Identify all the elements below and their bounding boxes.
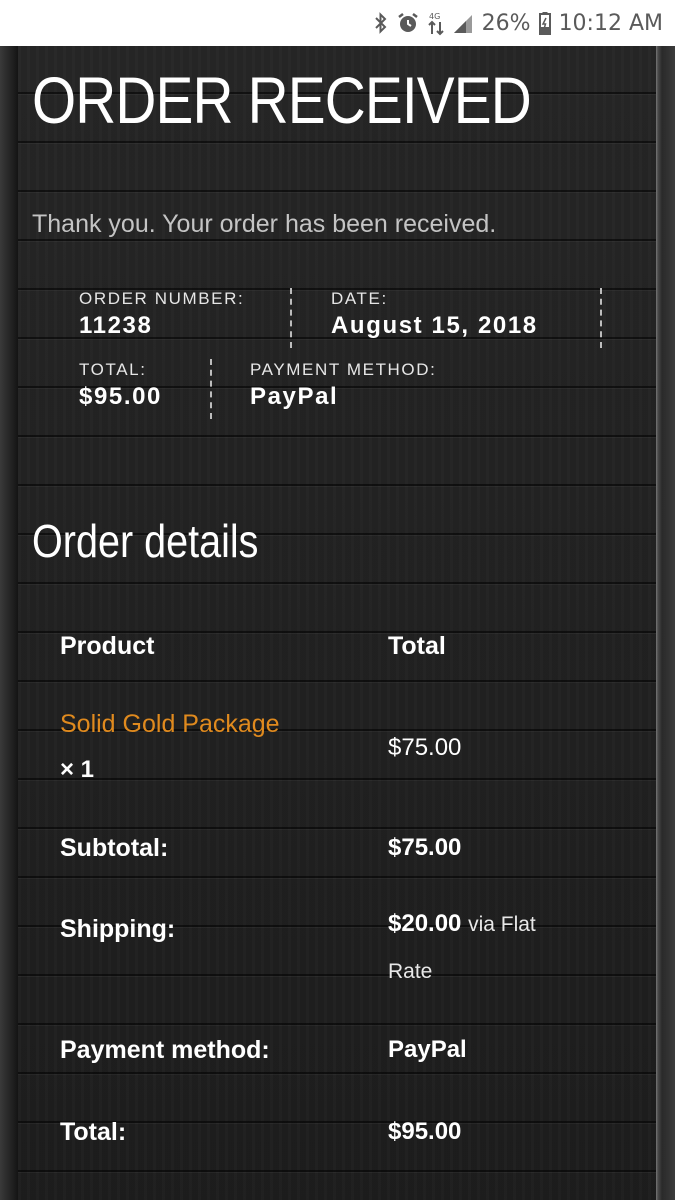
alarm-icon <box>396 11 420 35</box>
battery-icon <box>538 11 551 35</box>
shipping-label: Shipping: <box>60 915 176 943</box>
shipping-value: $20.00 via Flat <box>388 910 536 938</box>
payment-method-row-value: PayPal <box>388 1036 467 1063</box>
order-total-value: $95.00 <box>388 1118 462 1145</box>
page-title: ORDER RECEIVED <box>32 63 532 137</box>
shipping-amount: $20.00 <box>388 910 462 937</box>
right-edge <box>656 46 675 1200</box>
svg-text:4G: 4G <box>429 12 440 21</box>
order-details-heading: Order details <box>32 515 259 567</box>
status-bar: 4G 26% 10:12 AM <box>0 0 675 46</box>
total-value: $95.00 <box>79 383 163 410</box>
status-icons: 4G 26% 10:12 AM <box>374 0 663 46</box>
product-total: $75.00 <box>388 734 462 761</box>
column-header-total: Total <box>388 632 446 660</box>
bluetooth-icon <box>374 11 388 35</box>
subtotal-value: $75.00 <box>388 834 462 861</box>
shipping-rate: Rate <box>388 960 433 983</box>
shipping-via: via Flat <box>468 913 536 936</box>
payment-method-row-label: Payment method: <box>60 1036 270 1064</box>
column-header-product: Product <box>60 632 155 660</box>
order-total-label: Total: <box>60 1118 127 1146</box>
data-arrows-icon: 4G <box>427 10 444 36</box>
left-edge <box>0 46 18 1200</box>
thank-you-message: Thank you. Your order has been received. <box>32 210 497 238</box>
total-label: TOTAL: <box>79 360 147 379</box>
signal-icon <box>452 12 474 34</box>
battery-percent: 26% <box>481 10 531 36</box>
payment-method-value: PayPal <box>250 383 339 410</box>
subtotal-label: Subtotal: <box>60 834 169 862</box>
order-number-value: 11238 <box>79 312 153 339</box>
order-number-label: ORDER NUMBER: <box>79 289 245 308</box>
overview-divider <box>210 359 212 419</box>
overview-divider <box>290 288 292 348</box>
product-quantity: × 1 <box>60 756 95 783</box>
product-link[interactable]: Solid Gold Package <box>60 710 280 739</box>
clock: 10:12 AM <box>558 10 663 36</box>
date-label: DATE: <box>331 289 388 308</box>
date-value: August 15, 2018 <box>331 312 538 339</box>
payment-method-label: PAYMENT METHOD: <box>250 360 437 379</box>
overview-divider <box>600 288 602 348</box>
